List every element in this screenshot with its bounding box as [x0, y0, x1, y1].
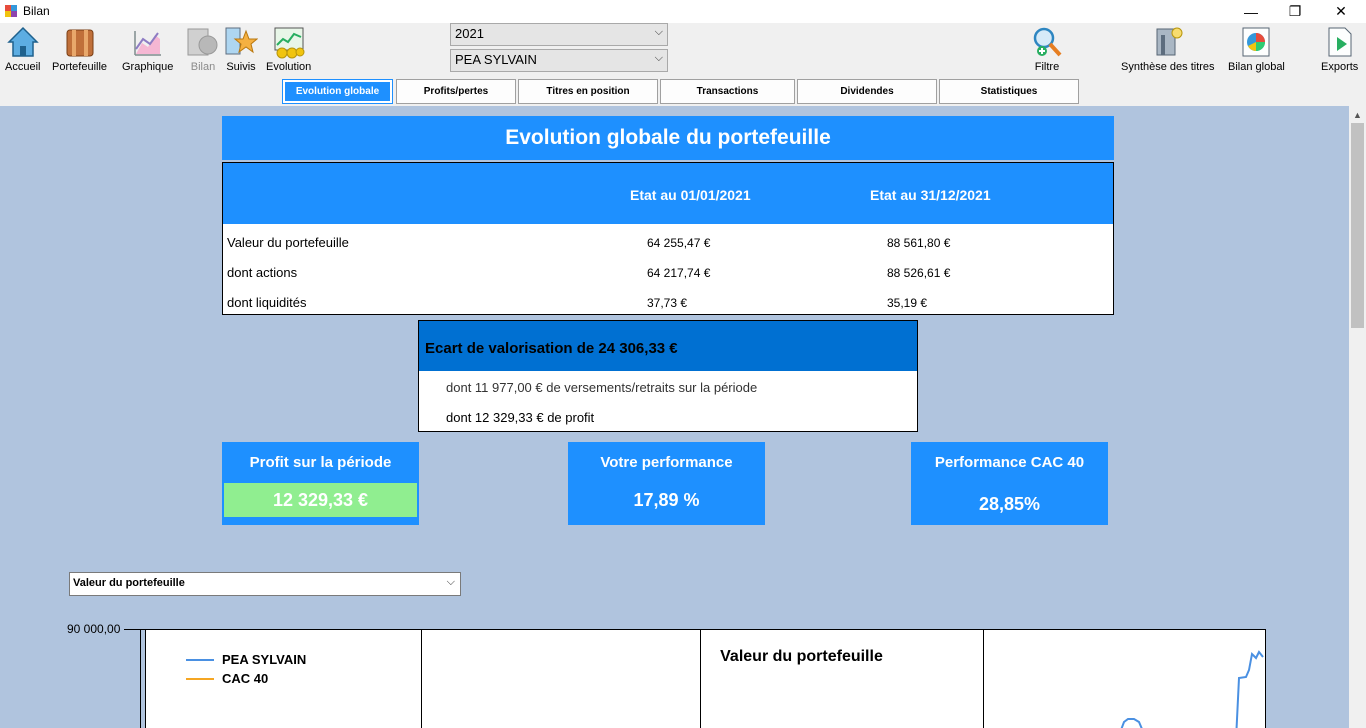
table-row: Valeur du portefeuille 64 255,47 € 88 56… — [227, 235, 951, 250]
kpi-profit-value: 12 329,33 € — [224, 483, 417, 517]
star-icon — [224, 25, 259, 59]
tab-strip: Evolution globale Profits/pertes Titres … — [0, 78, 1366, 106]
app-icon — [5, 5, 17, 17]
series-line-pea — [1120, 718, 1143, 728]
kpi-cac40: Performance CAC 40 28,85% — [911, 442, 1108, 525]
table-row: dont actions 64 217,74 € 88 526,61 € — [227, 265, 951, 280]
column-header-end: Etat au 31/12/2021 — [870, 187, 991, 203]
table-header: Etat au 01/01/2021 Etat au 31/12/2021 — [223, 163, 1113, 224]
evolution-button[interactable]: Evolution — [266, 25, 311, 73]
content-panel: Evolution globale du portefeuille Etat a… — [0, 106, 1349, 728]
portfolio-icon — [63, 25, 97, 59]
global-report-icon — [1239, 25, 1273, 59]
accueil-button[interactable]: Accueil — [5, 25, 40, 73]
home-icon — [6, 25, 40, 59]
tab-profits-pertes[interactable]: Profits/pertes — [396, 79, 516, 104]
column-header-start: Etat au 01/01/2021 — [630, 187, 751, 203]
tab-titres-en-position[interactable]: Titres en position — [518, 79, 658, 104]
kpi-profit: Profit sur la période 12 329,33 € — [222, 442, 419, 525]
exports-button[interactable]: Exports — [1321, 25, 1358, 73]
table-row: dont liquidités 37,73 € 35,19 € — [227, 295, 928, 310]
chart-metric-select[interactable]: Valeur du portefeuille ⌵ — [69, 572, 461, 596]
valuation-gap-title: Ecart de valorisation de 24 306,33 € — [419, 321, 917, 371]
scroll-up-icon[interactable]: ▲ — [1349, 106, 1366, 123]
bilan-icon — [186, 25, 220, 59]
evolution-icon — [272, 25, 306, 59]
tab-transactions[interactable]: Transactions — [660, 79, 795, 104]
synthesis-icon — [1151, 25, 1185, 59]
deposits-line: dont 11 977,00 € de versements/retraits … — [446, 380, 758, 395]
synthese-titres-button[interactable]: Synthèse des titres — [1121, 25, 1215, 73]
chevron-down-icon: ⌵ — [654, 26, 663, 38]
minimize-button[interactable]: — — [1228, 0, 1274, 23]
page-title: Evolution globale du portefeuille — [222, 116, 1114, 160]
tab-evolution-globale[interactable]: Evolution globale — [282, 79, 393, 104]
y-axis-tick — [124, 629, 146, 630]
restore-button[interactable]: ❐ — [1272, 0, 1318, 23]
y-axis-top-label: 90 000,00 — [67, 622, 121, 636]
year-select[interactable]: 2021 ⌵ — [450, 23, 668, 46]
close-button[interactable]: ✕ — [1318, 0, 1364, 23]
chart-area: Valeur du portefeuille PEA SYLVAIN CAC 4… — [145, 629, 1266, 728]
chart-icon — [131, 25, 165, 59]
toolbar: Accueil Portefeuille Graphique Bilan Sui… — [0, 23, 1366, 78]
y-axis-line — [140, 629, 141, 728]
summary-table: Etat au 01/01/2021 Etat au 31/12/2021 Va… — [222, 162, 1114, 315]
series-line-pea-end — [1235, 650, 1264, 728]
bilan-button[interactable]: Bilan — [186, 25, 220, 73]
filtre-button[interactable]: Filtre — [1030, 25, 1064, 73]
kpi-performance: Votre performance 17,89 % — [568, 442, 765, 525]
profit-line: dont 12 329,33 € de profit — [446, 410, 595, 425]
graphique-button[interactable]: Graphique — [122, 25, 173, 73]
account-select[interactable]: PEA SYLVAIN ⌵ — [450, 49, 668, 72]
kpi-performance-value: 17,89 % — [633, 490, 700, 510]
export-icon — [1323, 25, 1357, 59]
filter-magnifier-icon — [1030, 25, 1064, 59]
vertical-scrollbar[interactable]: ▲ — [1349, 106, 1366, 728]
tab-statistiques[interactable]: Statistiques — [939, 79, 1079, 104]
chart-series-svg — [1120, 650, 1264, 728]
title-bar: Bilan — ❐ ✕ — [0, 0, 1366, 23]
suivis-button[interactable]: Suivis — [224, 25, 259, 73]
portefeuille-button[interactable]: Portefeuille — [52, 25, 107, 73]
kpi-cac40-value: 28,85% — [978, 494, 1041, 514]
valuation-gap-box: Ecart de valorisation de 24 306,33 € don… — [418, 320, 918, 432]
tab-dividendes[interactable]: Dividendes — [797, 79, 937, 104]
bilan-global-button[interactable]: Bilan global — [1228, 25, 1285, 73]
scroll-thumb[interactable] — [1351, 123, 1364, 328]
chevron-down-icon: ⌵ — [654, 52, 663, 64]
chevron-down-icon: ⌵ — [446, 576, 455, 588]
window-title: Bilan — [23, 4, 50, 18]
